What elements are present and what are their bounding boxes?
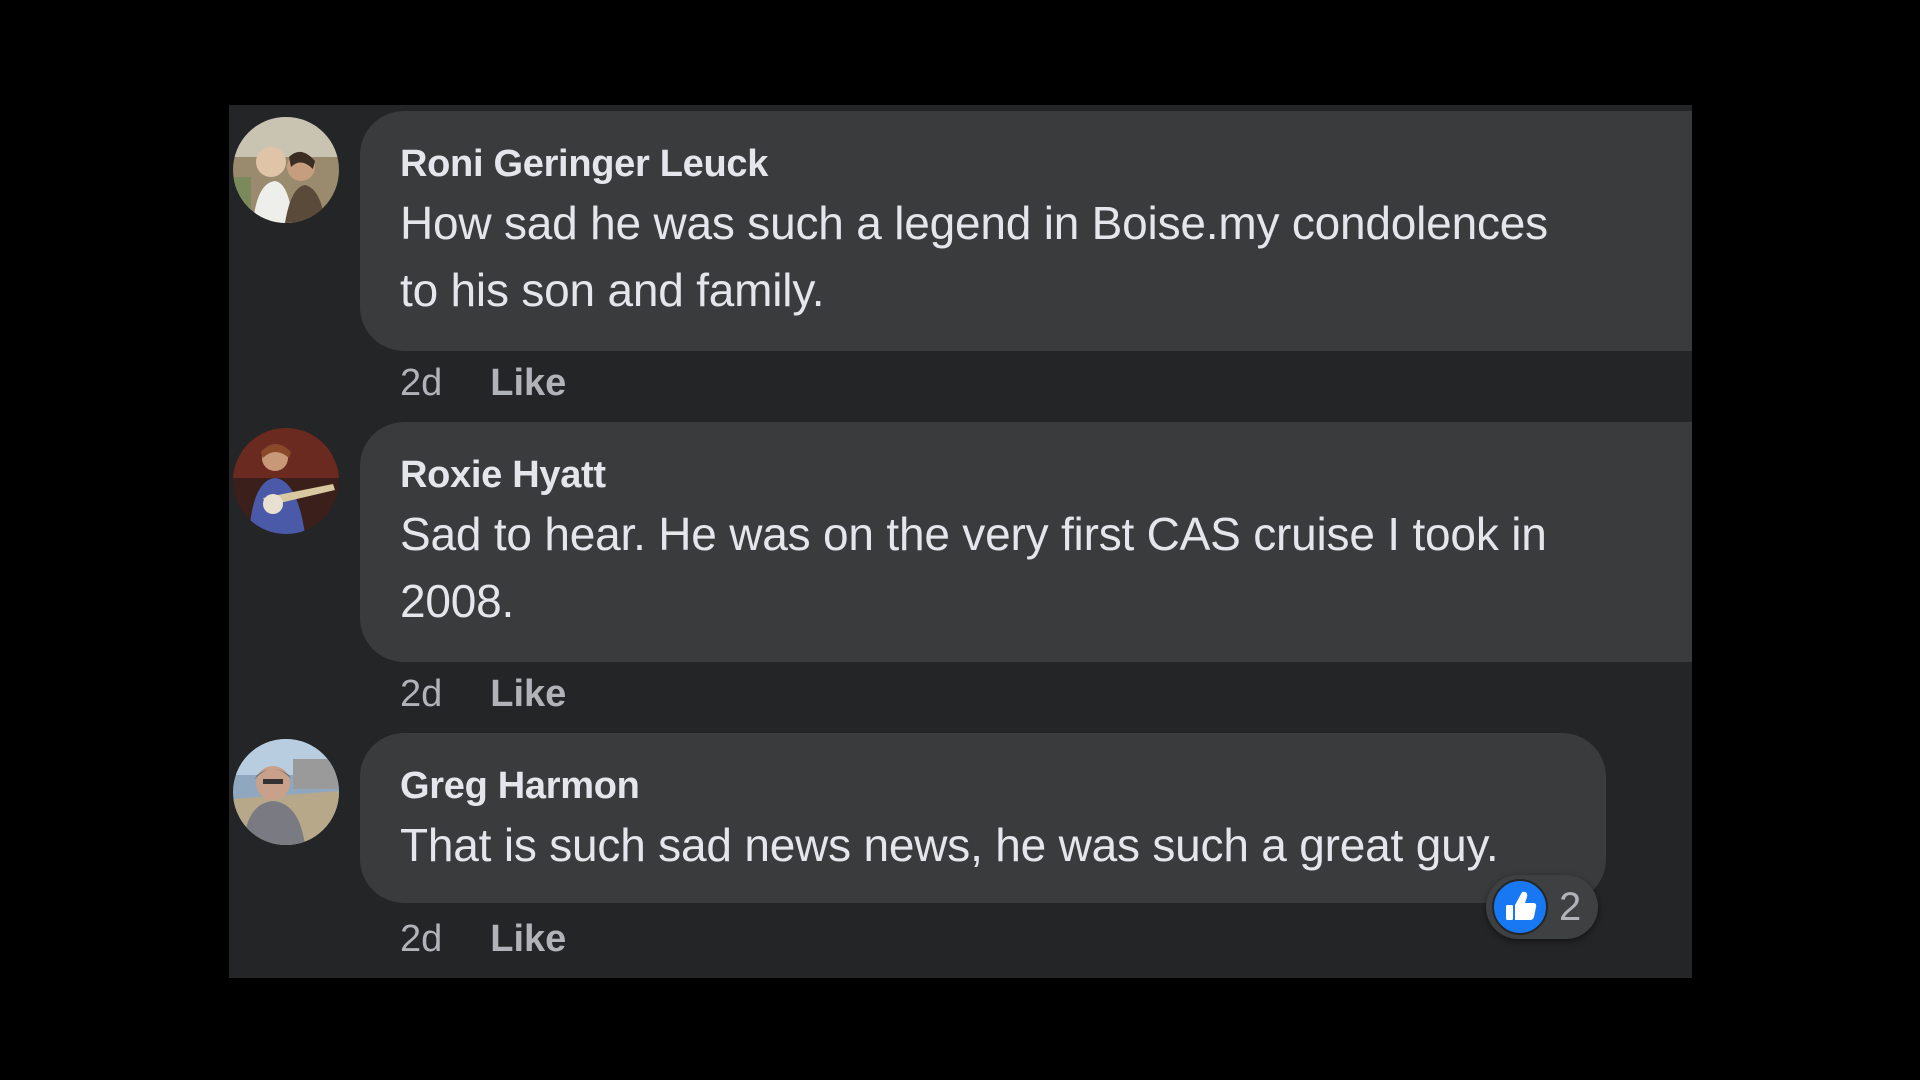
comment-bubble: Roxie Hyatt Sad to hear. He was on the v… (360, 422, 1692, 662)
comment-text-line: Sad to hear. He was on the very first CA… (400, 508, 1547, 560)
avatar-photo (233, 428, 339, 534)
comment-age[interactable]: 2d (400, 673, 442, 715)
comment-text: That is such sad news news, he was such … (400, 812, 1566, 879)
avatar-photo (233, 117, 339, 223)
like-button[interactable]: Like (490, 918, 566, 960)
like-button[interactable]: Like (490, 362, 566, 404)
comment-author[interactable]: Roxie Hyatt (400, 452, 1692, 498)
comments-panel: Roni Geringer Leuck How sad he was such … (229, 105, 1692, 978)
comment-author[interactable]: Roni Geringer Leuck (400, 141, 1692, 187)
comment-text-line: to his son and family. (400, 264, 825, 316)
comment-text-line: 2008. (400, 575, 515, 627)
avatar[interactable] (233, 117, 339, 223)
comment-text-line: How sad he was such a legend in Boise.my… (400, 197, 1548, 249)
avatar[interactable] (233, 739, 339, 845)
comment-text: Sad to hear. He was on the very first CA… (400, 501, 1692, 635)
avatar-photo (233, 739, 339, 845)
comment-text: How sad he was such a legend in Boise.my… (400, 190, 1692, 324)
reaction-count: 2 (1559, 885, 1582, 929)
thumbs-up-icon (1492, 879, 1548, 935)
comment-actions: 2d Like (400, 669, 566, 719)
comment-bubble: Greg Harmon That is such sad news news, … (360, 733, 1606, 903)
avatar[interactable] (233, 428, 339, 534)
comment-actions: 2d Like (400, 914, 566, 964)
comment-author[interactable]: Greg Harmon (400, 763, 1566, 809)
comment-age[interactable]: 2d (400, 918, 442, 960)
comment-bubble: Roni Geringer Leuck How sad he was such … (360, 111, 1692, 351)
reaction-summary[interactable]: 2 (1486, 875, 1598, 939)
like-button[interactable]: Like (490, 673, 566, 715)
comment-age[interactable]: 2d (400, 362, 442, 404)
comment-text-line: That is such sad news news, he was such … (400, 819, 1499, 871)
comment-actions: 2d Like (400, 358, 566, 408)
